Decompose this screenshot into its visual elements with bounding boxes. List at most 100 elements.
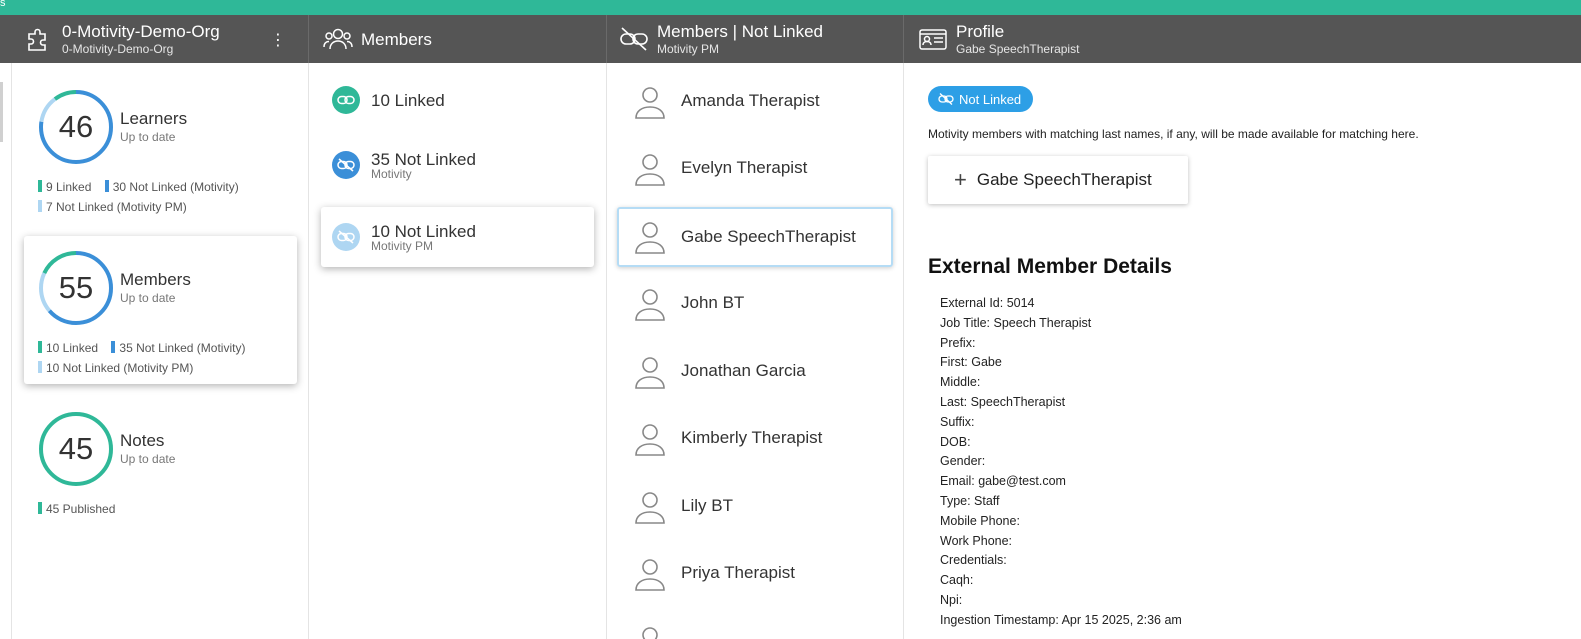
learners-ring-chart: 46: [38, 89, 114, 165]
members-header: Members: [309, 15, 607, 63]
id-card-icon: [916, 22, 950, 56]
person-name: John BT: [681, 293, 745, 312]
top-bar-text: s: [0, 0, 6, 9]
members-label: Members: [120, 270, 191, 289]
person-name: Lily BT: [681, 496, 733, 515]
unlink-icon: [332, 151, 360, 179]
legend-item: 10 Linked: [38, 338, 98, 358]
not-linked-header: Members | Not Linked Motivity PM: [607, 15, 904, 63]
column-header-bar: 0-Motivity-Demo-Org 0-Motivity-Demo-Org …: [0, 15, 1581, 63]
learners-label: Learners: [120, 109, 188, 128]
more-menu-icon[interactable]: ⋮: [270, 30, 286, 50]
notes-status: Up to date: [120, 452, 176, 466]
user-icon: [635, 424, 665, 456]
person-list-item[interactable]: Amanda Therapist: [617, 72, 893, 132]
detail-row: Prefix:: [940, 335, 976, 350]
detail-row: First: Gabe: [940, 355, 1002, 370]
user-icon: [635, 87, 665, 119]
member-group-not-linked-motivity-pm[interactable]: 10 Not Linked Motivity PM: [321, 207, 594, 267]
person-list-item[interactable]: John BT: [617, 274, 893, 334]
user-icon: [635, 289, 665, 321]
member-group-label: 10 Linked: [371, 91, 445, 110]
add-match-button[interactable]: + Gabe SpeechTherapist: [928, 156, 1188, 204]
member-group-linked[interactable]: 10 Linked: [321, 70, 594, 130]
person-name: Priya Therapist: [681, 563, 796, 582]
person-list-item-partial[interactable]: [617, 612, 893, 639]
legend-item: 9 Linked: [38, 177, 91, 197]
user-icon: [642, 627, 658, 639]
profile-header: Profile Gabe SpeechTherapist: [904, 15, 1581, 63]
left-panel-handle[interactable]: [0, 82, 3, 142]
person-name: Kimberly Therapist: [681, 428, 823, 447]
user-icon: [635, 559, 665, 591]
detail-row: Ingestion Timestamp: Apr 15 2025, 2:36 a…: [940, 612, 1182, 627]
legend-item: 30 Not Linked (Motivity): [104, 177, 239, 197]
user-icon: [635, 492, 665, 524]
person-name: Gabe SpeechTherapist: [681, 227, 856, 246]
legend-item: 7 Not Linked (Motivity PM): [38, 197, 187, 217]
org-title: 0-Motivity-Demo-Org: [62, 22, 220, 41]
members-count: 55: [58, 270, 94, 305]
member-group-sub: Motivity PM: [371, 239, 434, 253]
profile-header-title: Profile: [956, 22, 1005, 41]
user-icon: [635, 154, 665, 186]
detail-row: Type: Staff: [940, 493, 1000, 508]
collapsed-left-panel: [0, 63, 12, 639]
legend-item: 45 Published: [38, 499, 115, 519]
person-list-item[interactable]: Lily BT: [617, 477, 893, 537]
detail-row: Suffix:: [940, 414, 975, 429]
person-list-item-selected[interactable]: Gabe SpeechTherapist: [617, 207, 893, 267]
puzzle-icon: [22, 22, 56, 56]
org-subtitle: 0-Motivity-Demo-Org: [62, 42, 174, 56]
unlink-icon: [332, 223, 360, 251]
notes-legend: 45 Published: [38, 499, 288, 519]
members-header-title: Members: [361, 29, 432, 49]
profile-header-subtitle: Gabe SpeechTherapist: [956, 42, 1080, 56]
not-linked-header-subtitle: Motivity PM: [657, 42, 720, 56]
notes-count: 45: [58, 431, 94, 466]
detail-row: Work Phone:: [940, 533, 1013, 548]
top-accent-bar: s: [0, 0, 1581, 15]
detail-row: DOB:: [940, 434, 971, 449]
matching-note: Motivity members with matching last name…: [928, 127, 1419, 141]
learners-legend: 9 Linked 30 Not Linked (Motivity) 7 Not …: [38, 177, 288, 217]
person-list-item[interactable]: Jonathan Garcia: [617, 342, 893, 402]
person-list-item[interactable]: Kimberly Therapist: [617, 409, 893, 469]
detail-row: Caqh:: [940, 573, 974, 588]
person-name: Amanda Therapist: [681, 91, 820, 110]
badge-label: Not Linked: [959, 91, 1022, 107]
legend-item: 10 Not Linked (Motivity PM): [38, 358, 193, 378]
members-ring-chart: 55: [38, 250, 114, 326]
stat-card-notes[interactable]: 45 Notes Up to date 45 Published: [24, 397, 297, 545]
member-group-not-linked-motivity[interactable]: 35 Not Linked Motivity: [321, 135, 594, 195]
learners-count: 46: [58, 109, 94, 144]
org-header[interactable]: 0-Motivity-Demo-Org 0-Motivity-Demo-Org …: [0, 15, 309, 63]
detail-row: Credentials:: [940, 553, 1007, 568]
detail-row: Email: gabe@test.com: [940, 474, 1066, 489]
person-name: Jonathan Garcia: [681, 361, 806, 380]
unlink-icon: [617, 22, 651, 56]
unlink-icon: [938, 93, 954, 105]
notes-label: Notes: [120, 431, 165, 450]
plus-icon: +: [954, 167, 967, 192]
notes-ring-chart: 45: [38, 411, 114, 487]
stat-card-learners[interactable]: 46 Learners Up to date 9 Linked 30 Not L…: [24, 75, 297, 223]
members-legend: 10 Linked 35 Not Linked (Motivity) 10 No…: [38, 338, 288, 378]
person-list-item[interactable]: Priya Therapist: [617, 544, 893, 604]
legend-item: 35 Not Linked (Motivity): [111, 338, 245, 358]
learners-status: Up to date: [120, 130, 176, 144]
detail-row: Last: SpeechTherapist: [940, 394, 1066, 409]
not-linked-header-title: Members | Not Linked: [657, 22, 823, 41]
external-details-title: External Member Details: [928, 255, 1172, 278]
detail-row: Npi:: [940, 592, 963, 607]
person-list-item[interactable]: Evelyn Therapist: [617, 139, 893, 199]
detail-row: Gender:: [940, 454, 986, 469]
detail-row: Job Title: Speech Therapist: [940, 315, 1092, 330]
detail-row: Mobile Phone:: [940, 513, 1020, 528]
person-name: Evelyn Therapist: [681, 158, 808, 177]
not-linked-badge: Not Linked: [928, 86, 1034, 112]
member-group-sub: Motivity: [371, 167, 412, 181]
stat-card-members[interactable]: 55 Members Up to date 10 Linked 35 Not L…: [24, 236, 297, 384]
detail-row: Middle:: [940, 375, 981, 390]
detail-row: External Id: 5014: [940, 296, 1035, 310]
